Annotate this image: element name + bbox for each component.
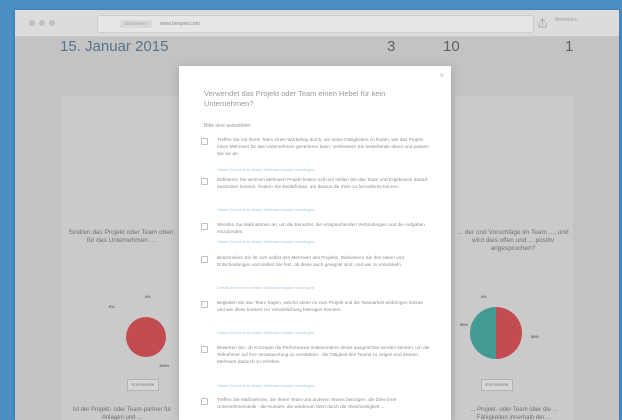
- answer-checkbox[interactable]: [201, 256, 208, 263]
- answer-checkbox[interactable]: [201, 346, 208, 353]
- answer-option-text: Begleiten Sie das Team fragen, welche Id…: [217, 300, 423, 312]
- answer-option-text: Wenden Sie Maßnahmen an, um die Benutzer…: [217, 222, 425, 234]
- close-icon[interactable]: ×: [439, 71, 444, 80]
- answer-option-text: Beschreiben Sie für sich selbst den Mehr…: [217, 255, 404, 267]
- answer-checkbox[interactable]: [201, 398, 208, 405]
- modal-question-title: Verwendet das Projekt oder Team einen He…: [204, 89, 386, 108]
- add-to-plan-link[interactable]: Dieses Element zu einem Maßnahmenplan hi…: [217, 285, 314, 290]
- answer-option[interactable]: Beschreiben Sie für sich selbst den Mehr…: [201, 254, 437, 294]
- answer-option[interactable]: Definieren Sie welchen Mehrwert Projekt …: [201, 176, 437, 216]
- answer-checkbox[interactable]: [201, 138, 208, 145]
- answer-option-text: Treffen Sie Maßnahmen, die Ihrem Team un…: [217, 397, 397, 409]
- answer-option[interactable]: Treffen Sie Maßnahmen, die Ihrem Team un…: [201, 396, 437, 420]
- add-to-plan-link[interactable]: Dieses Element zu einem Maßnahmenplan hi…: [217, 207, 314, 212]
- add-to-plan-link[interactable]: Dieses Element zu einem Maßnahmenplan hi…: [217, 239, 314, 244]
- answer-option-text: Definieren Sie welchen Mehrwert Projekt …: [217, 177, 427, 189]
- answer-option[interactable]: Begleiten Sie das Team fragen, welche Id…: [201, 299, 437, 339]
- answer-checkbox[interactable]: [201, 301, 208, 308]
- answer-option[interactable]: Bewerten Sie, ob Konzepte die Performanc…: [201, 344, 437, 388]
- browser-window: Bearbeiten www.beispiel.com Abmelden 15.…: [15, 10, 619, 420]
- add-to-plan-link[interactable]: Dieses Element zu einem Maßnahmenplan hi…: [217, 383, 314, 388]
- add-to-plan-link[interactable]: Dieses Element zu einem Maßnahmenplan hi…: [217, 330, 314, 335]
- answer-modal: × Verwendet das Projekt oder Team einen …: [179, 66, 451, 420]
- answer-option-text: Bewerten Sie, ob Konzepte die Performanc…: [217, 345, 430, 364]
- add-to-plan-link[interactable]: Dieses Element zu einem Maßnahmenplan hi…: [217, 167, 314, 172]
- answer-checkbox[interactable]: [201, 223, 208, 230]
- answer-checkbox[interactable]: [201, 178, 208, 185]
- modal-instruction: Bitte eine auswählen:: [204, 123, 252, 129]
- answer-option-text: Treffen Sie mit Ihrem Team einen Worksho…: [217, 137, 429, 156]
- answer-option[interactable]: Treffen Sie mit Ihrem Team einen Worksho…: [201, 136, 437, 176]
